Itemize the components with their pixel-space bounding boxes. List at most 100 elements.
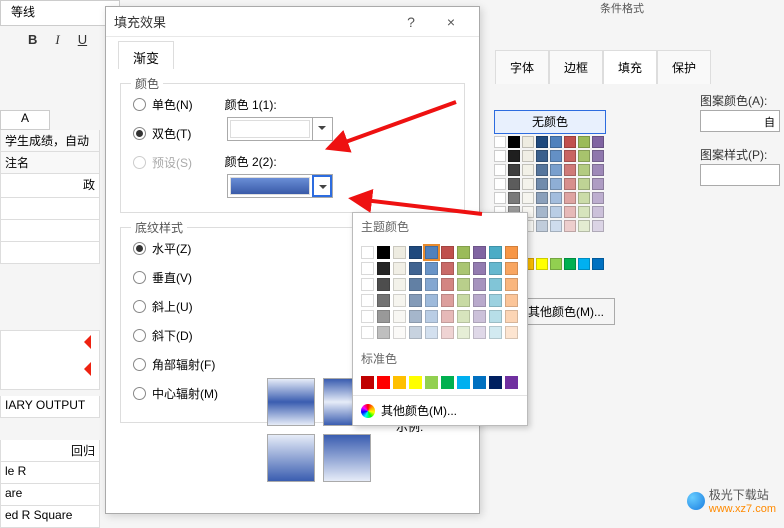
- standard-color-swatch[interactable]: [377, 376, 390, 389]
- theme-color-swatch[interactable]: [361, 246, 374, 259]
- color-chip[interactable]: [550, 164, 562, 176]
- theme-color-swatch[interactable]: [441, 294, 454, 307]
- color-chip[interactable]: [578, 136, 590, 148]
- theme-color-swatch[interactable]: [409, 326, 422, 339]
- cell[interactable]: le R: [0, 462, 100, 484]
- pattern-color-combo[interactable]: 自: [700, 110, 780, 132]
- color-chip[interactable]: [578, 164, 590, 176]
- cell[interactable]: 回归: [0, 440, 100, 462]
- color-chip[interactable]: [494, 136, 506, 148]
- theme-color-swatch[interactable]: [393, 294, 406, 307]
- color-chip[interactable]: [592, 150, 604, 162]
- color2-combo[interactable]: [227, 174, 333, 198]
- theme-color-swatch[interactable]: [473, 294, 486, 307]
- color-chip[interactable]: [550, 258, 562, 270]
- standard-color-swatch[interactable]: [473, 376, 486, 389]
- theme-color-swatch[interactable]: [489, 294, 502, 307]
- standard-color-swatch[interactable]: [425, 376, 438, 389]
- theme-color-swatch[interactable]: [425, 326, 438, 339]
- color-chip[interactable]: [536, 206, 548, 218]
- color-chip[interactable]: [550, 178, 562, 190]
- color-chip[interactable]: [564, 206, 576, 218]
- radio-preset[interactable]: 预设(S): [133, 154, 193, 171]
- color-chip[interactable]: [564, 150, 576, 162]
- cell[interactable]: [0, 198, 100, 220]
- close-button[interactable]: ×: [431, 8, 471, 36]
- theme-color-swatch[interactable]: [489, 278, 502, 291]
- cell[interactable]: [0, 220, 100, 242]
- color-chip[interactable]: [494, 192, 506, 204]
- color-chip[interactable]: [550, 150, 562, 162]
- variant-1[interactable]: [267, 378, 315, 426]
- color-chip[interactable]: [592, 206, 604, 218]
- theme-color-swatch[interactable]: [361, 262, 374, 275]
- standard-color-swatch[interactable]: [441, 376, 454, 389]
- theme-color-swatch[interactable]: [377, 310, 390, 323]
- color-chip[interactable]: [578, 206, 590, 218]
- color-chip[interactable]: [592, 164, 604, 176]
- theme-color-swatch[interactable]: [393, 246, 406, 259]
- underline-button[interactable]: U: [78, 32, 87, 48]
- color-chip[interactable]: [592, 220, 604, 232]
- no-color-button[interactable]: 无颜色: [494, 110, 606, 134]
- theme-color-swatch[interactable]: [409, 310, 422, 323]
- cell[interactable]: IARY OUTPUT: [0, 396, 100, 418]
- theme-color-swatch[interactable]: [489, 246, 502, 259]
- theme-color-swatch[interactable]: [409, 278, 422, 291]
- color-chip[interactable]: [564, 220, 576, 232]
- conditional-format-label[interactable]: 条件格式: [600, 0, 644, 16]
- theme-color-swatch[interactable]: [409, 262, 422, 275]
- color-chip[interactable]: [494, 150, 506, 162]
- color-chip[interactable]: [564, 164, 576, 176]
- color-chip[interactable]: [522, 136, 534, 148]
- color-chip[interactable]: [550, 206, 562, 218]
- theme-color-swatch[interactable]: [473, 278, 486, 291]
- color-chip[interactable]: [522, 178, 534, 190]
- theme-color-swatch[interactable]: [457, 262, 470, 275]
- theme-color-swatch[interactable]: [409, 246, 422, 259]
- standard-color-swatch[interactable]: [489, 376, 502, 389]
- color-chip[interactable]: [592, 192, 604, 204]
- color-chip[interactable]: [564, 258, 576, 270]
- theme-color-swatch[interactable]: [393, 262, 406, 275]
- tab-protect[interactable]: 保护: [657, 50, 711, 84]
- theme-color-swatch[interactable]: [489, 326, 502, 339]
- color-chip[interactable]: [550, 136, 562, 148]
- tab-fill[interactable]: 填充: [603, 50, 657, 84]
- theme-color-swatch[interactable]: [473, 246, 486, 259]
- theme-color-swatch[interactable]: [409, 294, 422, 307]
- theme-color-swatch[interactable]: [377, 294, 390, 307]
- color-chip[interactable]: [494, 164, 506, 176]
- standard-color-swatch[interactable]: [457, 376, 470, 389]
- color-chip[interactable]: [508, 178, 520, 190]
- cell[interactable]: 政: [0, 174, 100, 198]
- theme-color-swatch[interactable]: [361, 278, 374, 291]
- theme-color-swatch[interactable]: [473, 262, 486, 275]
- theme-color-swatch[interactable]: [377, 326, 390, 339]
- color-chip[interactable]: [494, 178, 506, 190]
- standard-color-swatch[interactable]: [409, 376, 422, 389]
- cell[interactable]: [0, 242, 100, 264]
- color-chip[interactable]: [564, 178, 576, 190]
- color-chip[interactable]: [536, 258, 548, 270]
- cell[interactable]: 注名: [0, 152, 100, 174]
- column-header-a[interactable]: A: [0, 110, 50, 130]
- theme-color-swatch[interactable]: [489, 262, 502, 275]
- color-chip[interactable]: [536, 178, 548, 190]
- variant-3[interactable]: [267, 434, 315, 482]
- color-chip[interactable]: [550, 192, 562, 204]
- color-chip[interactable]: [536, 192, 548, 204]
- color-chip[interactable]: [508, 192, 520, 204]
- theme-color-swatch[interactable]: [505, 310, 518, 323]
- theme-color-swatch[interactable]: [425, 310, 438, 323]
- theme-color-swatch[interactable]: [505, 294, 518, 307]
- theme-color-swatch[interactable]: [441, 310, 454, 323]
- more-colors-button[interactable]: 其他颜色(M)...: [517, 298, 615, 325]
- more-colors-item[interactable]: 其他颜色(M)...: [353, 396, 527, 425]
- theme-color-swatch[interactable]: [505, 278, 518, 291]
- color-chip[interactable]: [508, 150, 520, 162]
- color-chip[interactable]: [564, 192, 576, 204]
- color-chip[interactable]: [578, 192, 590, 204]
- color-chip[interactable]: [592, 258, 604, 270]
- theme-color-swatch[interactable]: [377, 278, 390, 291]
